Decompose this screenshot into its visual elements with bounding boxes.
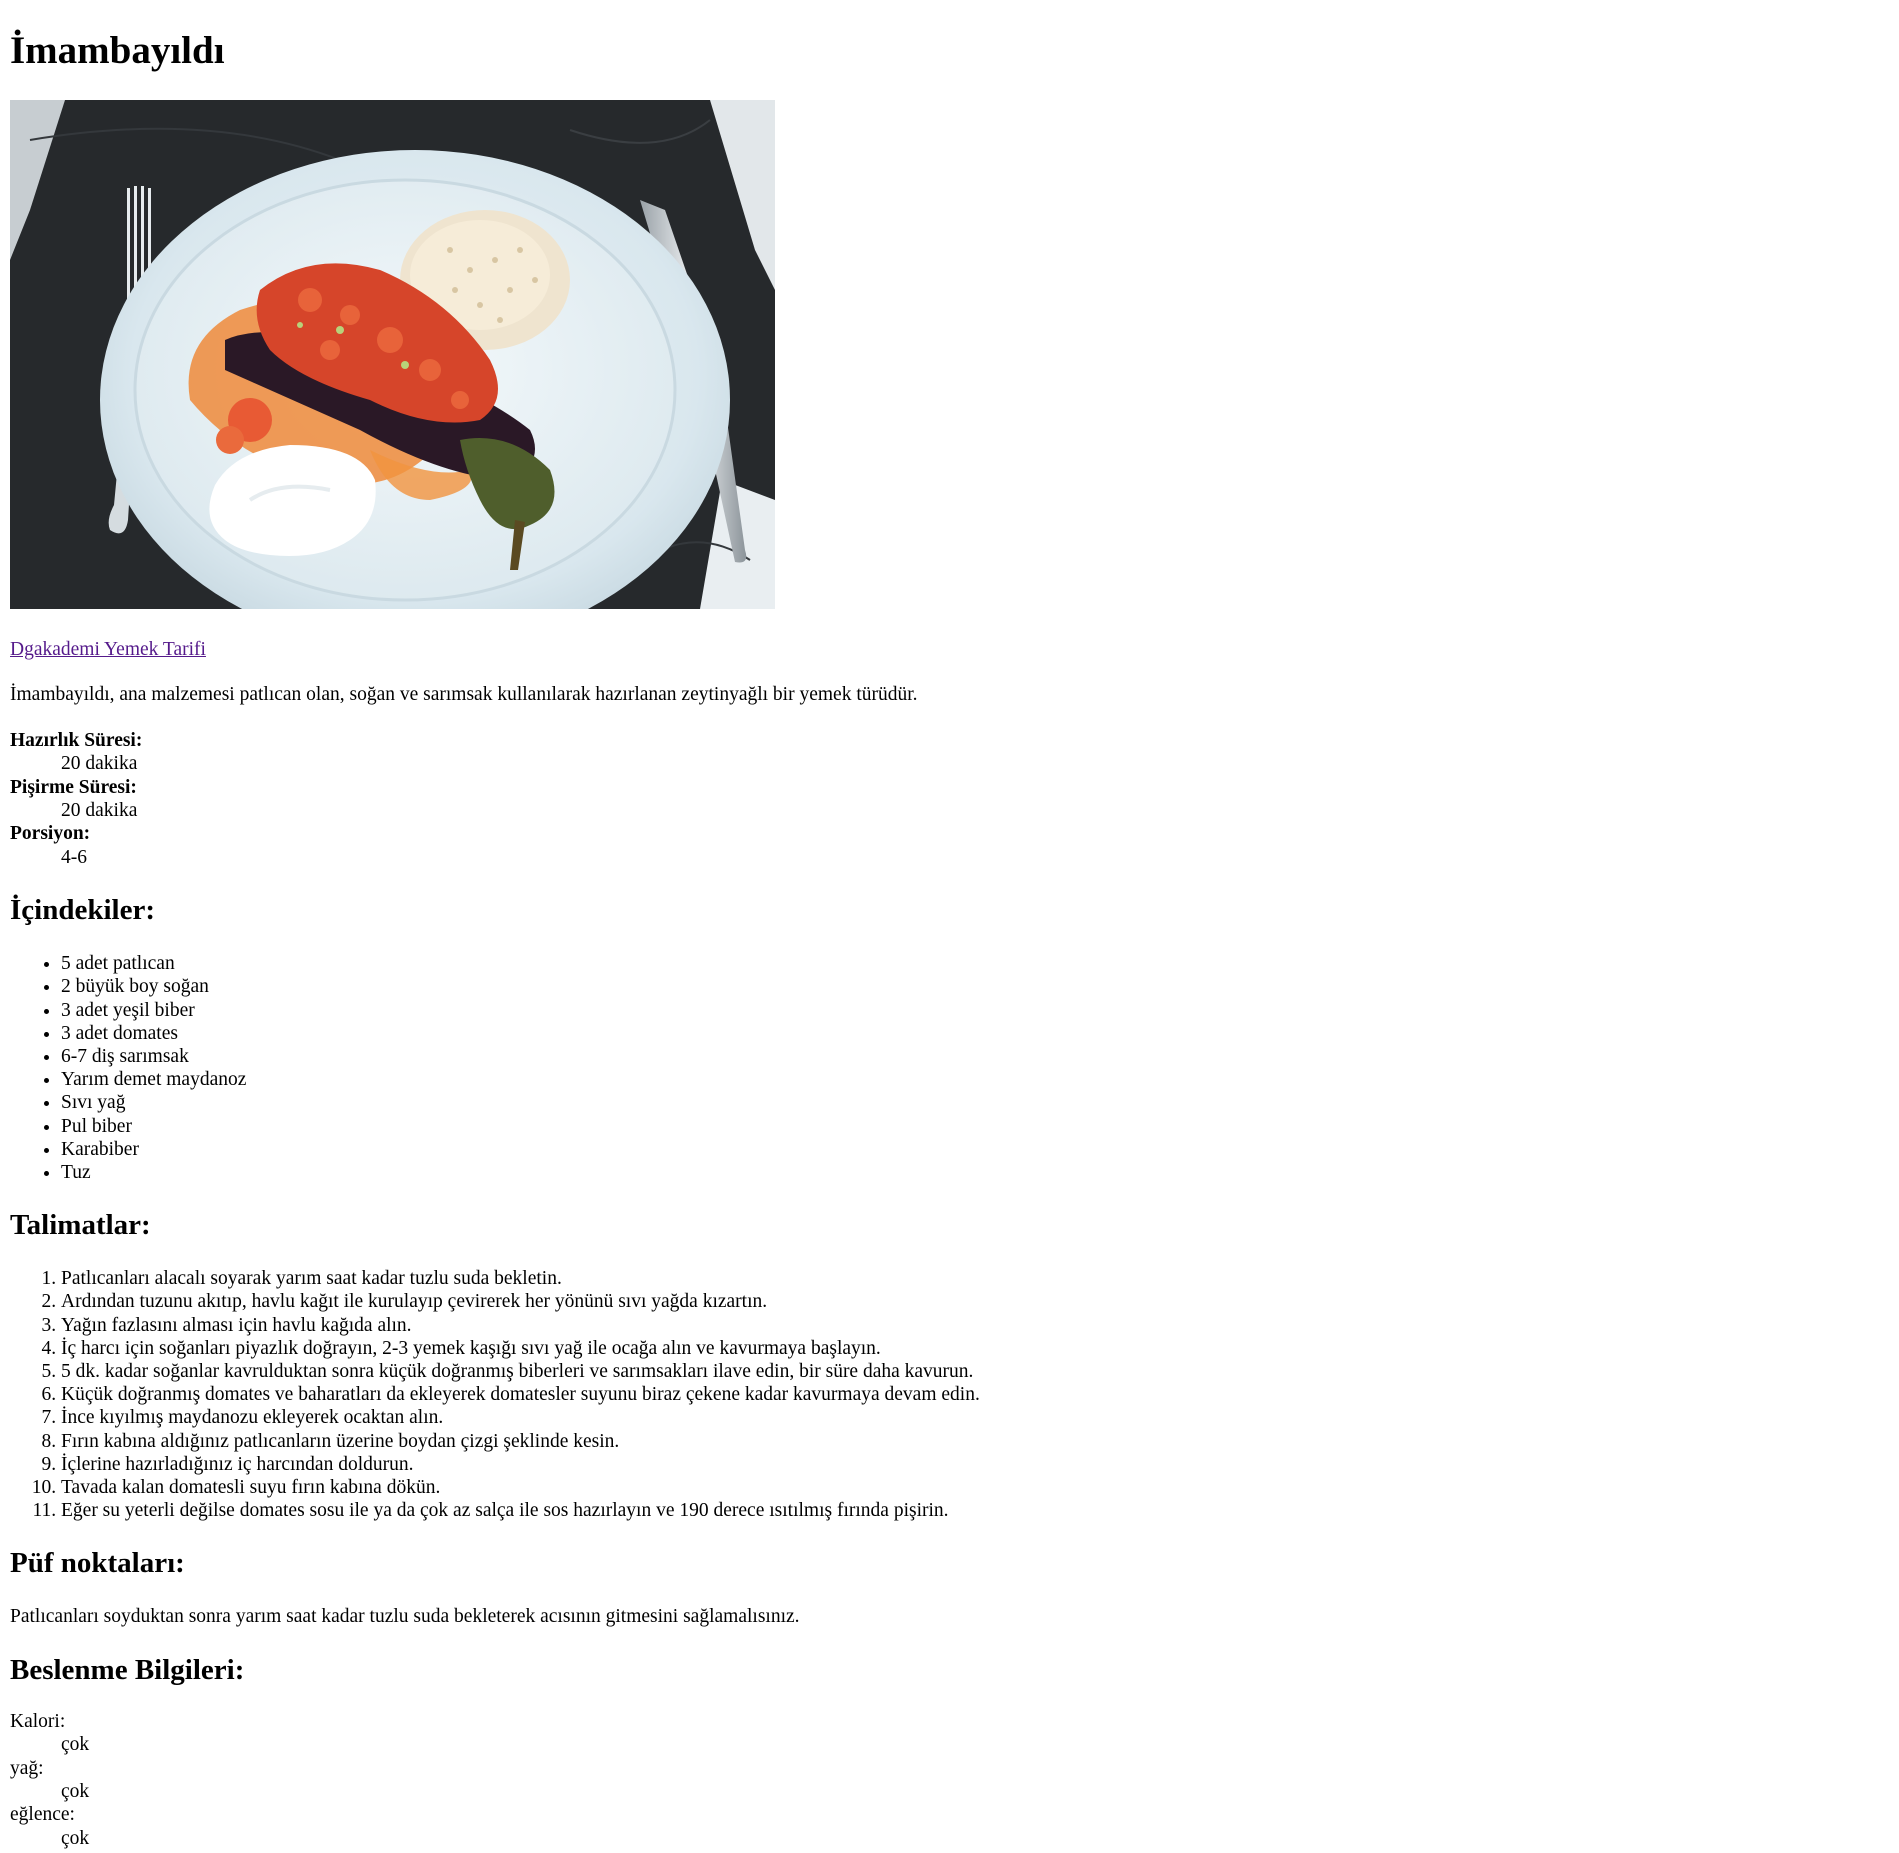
nutrition-heading: Beslenme Bilgileri: — [10, 1653, 245, 1686]
meta-value-cook: 20 dakika — [61, 799, 138, 821]
instruction-step: İç harcı için soğanları piyazlık doğrayı… — [61, 1337, 1889, 1360]
ingredient-item: 3 adet domates — [61, 1022, 1889, 1045]
ingredient-item: Karabiber — [61, 1138, 1889, 1161]
nutrition-value: çok — [61, 1827, 90, 1849]
instruction-step: Eğer su yeterli değilse domates sosu ile… — [61, 1499, 1889, 1522]
instructions-heading: Talimatlar: — [10, 1209, 151, 1242]
ingredient-item: Tuz — [61, 1161, 1889, 1184]
ingredient-item: Yarım demet maydanoz — [61, 1068, 1889, 1091]
ingredient-item: Pul biber — [61, 1115, 1889, 1138]
instruction-step: İnce kıyılmış maydanozu ekleyerek ocakta… — [61, 1406, 1889, 1429]
ingredient-item: Sıvı yağ — [61, 1091, 1889, 1114]
meta-value-servings: 4-6 — [61, 846, 87, 868]
nutrition-label: yağ: — [10, 1757, 44, 1779]
tips-heading: Püf noktaları: — [10, 1547, 185, 1580]
meta-label-servings: Porsiyon: — [10, 823, 91, 845]
recipe-photo — [10, 100, 775, 609]
instruction-step: Küçük doğranmış domates ve baharatları d… — [61, 1383, 1889, 1406]
meta-label-prep: Hazırlık Süresi: — [10, 729, 143, 751]
instruction-step: Yağın fazlasını alması için havlu kağıda… — [61, 1314, 1889, 1337]
nutrition-value: çok — [61, 1780, 90, 1802]
source-link[interactable]: Dgakademi Yemek Tarifi — [10, 638, 206, 661]
meta-value-prep: 20 dakika — [61, 753, 138, 775]
recipe-meta: Hazırlık Süresi: 20 dakika Pişirme Süres… — [10, 729, 1889, 869]
nutrition-label: eğlence: — [10, 1804, 75, 1826]
recipe-page: İmambayıldı Dgakademi Yemek Tarifi İmamb… — [0, 0, 1899, 1850]
instruction-step: 5 dk. kadar soğanlar kavrulduktan sonra … — [61, 1360, 1889, 1383]
nutrition-label: Kalori: — [10, 1710, 66, 1732]
ingredient-item: 3 adet yeşil biber — [61, 999, 1889, 1022]
tips-text: Patlıcanları soyduktan sonra yarım saat … — [10, 1606, 800, 1628]
page-title: İmambayıldı — [10, 29, 225, 72]
instructions-list: Patlıcanları alacalı soyarak yarım saat … — [10, 1267, 1889, 1522]
instruction-step: Tavada kalan domatesli suyu fırın kabına… — [61, 1476, 1889, 1499]
nutrition-list: Kalori: çok yağ: çok eğlence: çok — [10, 1710, 1889, 1850]
instruction-step: İçlerine hazırladığınız iç harcından dol… — [61, 1453, 1889, 1476]
instruction-step: Ardından tuzunu akıtıp, havlu kağıt ile … — [61, 1290, 1889, 1313]
ingredients-heading: İçindekiler: — [10, 894, 155, 927]
ingredient-item: 2 büyük boy soğan — [61, 975, 1889, 998]
meta-label-cook: Pişirme Süresi: — [10, 776, 137, 798]
ingredient-item: 6-7 diş sarımsak — [61, 1045, 1889, 1068]
instruction-step: Patlıcanları alacalı soyarak yarım saat … — [61, 1267, 1889, 1290]
instruction-step: Fırın kabına aldığınız patlıcanların üze… — [61, 1430, 1889, 1453]
ingredients-list: 5 adet patlıcan 2 büyük boy soğan 3 adet… — [10, 952, 1889, 1184]
recipe-description: İmambayıldı, ana malzemesi patlıcan olan… — [10, 684, 918, 706]
nutrition-value: çok — [61, 1734, 90, 1756]
ingredient-item: 5 adet patlıcan — [61, 952, 1889, 975]
